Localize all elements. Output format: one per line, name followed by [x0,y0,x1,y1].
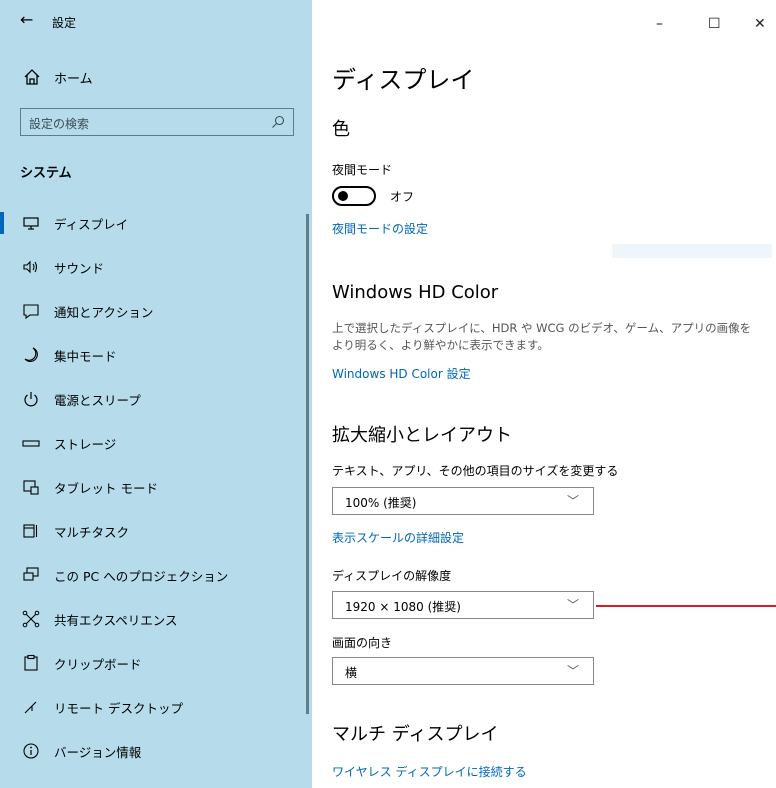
sidebar-scrollbar[interactable] [306,214,309,714]
sidebar-item-storage[interactable]: ストレージ [0,421,306,465]
sidebar-item-label: リモート デスクトップ [54,701,183,716]
advanced-scaling-link[interactable]: 表示スケールの詳細設定 [332,529,464,546]
search-icon [272,115,285,128]
hdr-description: 上で選択したディスプレイに、HDR や WCG のビデオ、ゲーム、アプリの画像を… [332,321,752,352]
sidebar-item-label: サウンド [54,261,105,276]
projection-icon [23,567,39,581]
sidebar-item-label: ストレージ [54,437,117,452]
faded-overlay [612,244,772,258]
tablet-icon [23,480,39,495]
hdr-settings-link[interactable]: Windows HD Color 設定 [332,365,471,382]
sidebar-item-projection[interactable]: この PC へのプロジェクション [0,553,306,597]
chevron-down-icon: ﹀ [566,598,579,612]
sidebar-item-display[interactable]: ディスプレイ [0,201,306,245]
multi-display-heading: マルチ ディスプレイ [332,724,499,745]
scale-dropdown[interactable]: 100% (推奨) ﹀ [332,487,594,515]
notification-icon [23,304,39,320]
section-title: システム [20,166,72,181]
sidebar-item-notifications[interactable]: 通知とアクション [0,289,306,333]
resolution-value: 1920 × 1080 (推奨) [345,600,461,614]
clipboard-icon [24,654,38,671]
sidebar-item-label: クリップボード [54,657,142,672]
hdr-heading: Windows HD Color [332,282,499,303]
sidebar-item-label: 集中モード [54,349,117,364]
sidebar-item-remote[interactable]: リモート デスクトップ [0,685,306,729]
close-button[interactable]: ✕ [754,16,766,32]
sidebar-item-label: タブレット モード [54,481,158,496]
sidebar-item-power[interactable]: 電源とスリープ [0,377,306,421]
size-label: テキスト、アプリ、その他の項目のサイズを変更する [332,464,619,478]
settings-sidebar: ← 設定 ホーム 設定の検索 システム ディスプレイ サウンド 通知とアクション… [0,0,312,788]
shared-experience-icon [22,610,40,628]
night-light-state: オフ [390,190,415,204]
color-heading: 色 [332,119,350,140]
speaker-icon [23,260,38,274]
display-settings-page: – ☐ ✕ ディスプレイ 色 夜間モード オフ 夜間モードの設定 Windows… [312,0,776,788]
minimize-button[interactable]: – [656,16,663,32]
annotation-line [596,605,776,607]
scale-heading: 拡大縮小とレイアウト [332,425,512,446]
remote-desktop-icon [24,701,37,714]
maximize-button[interactable]: ☐ [708,16,721,32]
sidebar-item-label: 通知とアクション [54,305,154,320]
sidebar-item-about[interactable]: バージョン情報 [0,729,306,773]
scale-value: 100% (推奨) [345,496,417,510]
sidebar-item-label: ディスプレイ [54,217,129,232]
night-light-settings-link[interactable]: 夜間モードの設定 [332,220,428,237]
storage-icon [22,440,40,447]
chevron-down-icon: ﹀ [566,664,579,678]
sidebar-item-focus[interactable]: 集中モード [0,333,306,377]
night-light-toggle[interactable] [332,186,376,206]
orientation-value: 横 [345,666,358,680]
orientation-dropdown[interactable]: 横 ﹀ [332,657,594,685]
home-icon[interactable] [22,67,42,87]
sidebar-item-label: この PC へのプロジェクション [54,569,229,584]
sidebar-item-tablet[interactable]: タブレット モード [0,465,306,509]
sidebar-item-multitask[interactable]: マルチタスク [0,509,306,553]
moon-icon [24,347,38,363]
power-icon [24,392,38,407]
monitor-icon [23,217,39,230]
info-icon [23,743,39,759]
window-title: 設定 [52,16,77,30]
resolution-dropdown[interactable]: 1920 × 1080 (推奨) ﹀ [332,591,594,619]
resolution-label: ディスプレイの解像度 [332,569,452,583]
toggle-knob [338,191,348,201]
wireless-display-link[interactable]: ワイヤレス ディスプレイに接続する [332,763,527,780]
nav-home-link[interactable]: ホーム [54,68,93,87]
sidebar-item-label: 共有エクスペリエンス [54,613,178,628]
sidebar-item-clipboard[interactable]: クリップボード [0,641,306,685]
chevron-down-icon: ﹀ [566,494,579,508]
orientation-label: 画面の向き [332,636,393,650]
arrow-left-icon[interactable]: ← [20,10,33,29]
sidebar-item-label: 電源とスリープ [54,393,141,408]
selected-indicator [0,212,4,234]
sidebar-item-label: バージョン情報 [54,745,142,760]
sidebar-item-sound[interactable]: サウンド [0,245,306,289]
page-title: ディスプレイ [332,66,475,94]
night-light-label: 夜間モード [332,163,393,177]
search-input[interactable]: 設定の検索 [20,108,294,136]
sidebar-item-label: マルチタスク [54,525,130,540]
search-placeholder: 設定の検索 [29,117,90,131]
multitask-icon [23,524,38,538]
sidebar-item-shared[interactable]: 共有エクスペリエンス [0,597,306,641]
